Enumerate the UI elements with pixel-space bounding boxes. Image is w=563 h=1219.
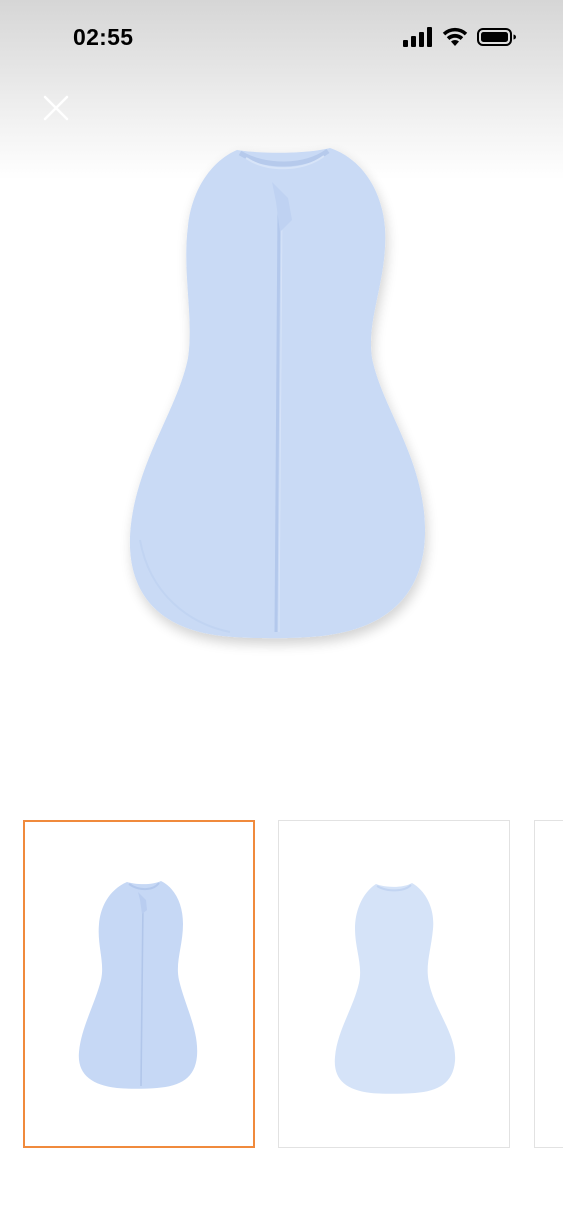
swaddle-back-thumbnail	[334, 883, 456, 1094]
close-icon	[43, 95, 69, 126]
thumbnail-front[interactable]	[23, 820, 255, 1148]
status-time: 02:55	[73, 24, 134, 50]
close-button[interactable]	[36, 90, 76, 130]
wifi-icon	[442, 27, 468, 52]
main-product-image[interactable]	[0, 140, 563, 700]
signal-icon	[403, 26, 433, 52]
thumbnail-partial[interactable]	[534, 820, 563, 1148]
swaddle-front-illustration	[129, 148, 426, 639]
status-bar: 02:55	[0, 0, 563, 78]
thumbnail-back[interactable]	[278, 820, 510, 1148]
battery-icon	[477, 27, 517, 52]
status-icons	[403, 26, 517, 52]
image-gallery	[0, 820, 563, 1152]
swaddle-front-thumbnail	[78, 881, 198, 1089]
